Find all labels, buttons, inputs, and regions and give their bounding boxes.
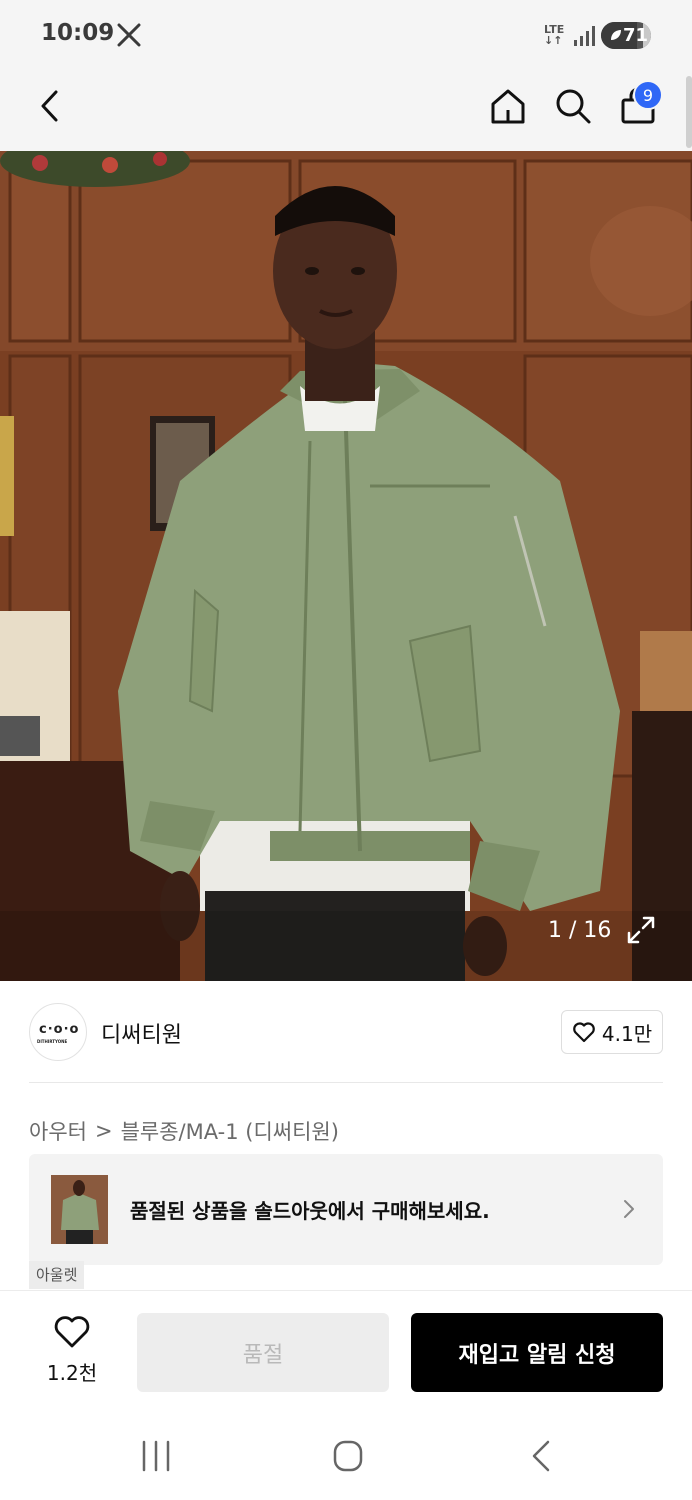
battery-icon: 71 [601, 22, 651, 49]
search-icon [556, 89, 591, 124]
recent-apps-icon[interactable] [134, 1436, 178, 1476]
wish-button[interactable]: 1.2천 [40, 1315, 104, 1387]
soldout-button: 품절 [137, 1313, 389, 1392]
home-icon [491, 89, 525, 124]
status-bar: 10:09 LTE ↓↑ 71 [0, 0, 692, 72]
brand-row: ᴄ·ᴏ·ᴏ DITHIRTYONE 디써티원 4.1만 [29, 1003, 663, 1061]
back-arrow-icon [41, 90, 58, 122]
outlet-tag: 아울렛 [29, 1261, 85, 1289]
android-navigation-bar [0, 1412, 692, 1500]
brand-like-button[interactable]: 4.1만 [561, 1010, 663, 1054]
breadcrumb-subcategory[interactable]: 블루종/MA-1 (디써티원) [121, 1116, 339, 1146]
brand-logo[interactable]: ᴄ·ᴏ·ᴏ DITHIRTYONE [29, 1003, 87, 1061]
breadcrumb: 아우터 > 블루종/MA-1 (디써티원) [29, 1116, 339, 1146]
network-type: LTE ↓↑ [544, 23, 565, 47]
banner-text: 품절된 상품을 솔드아웃에서 구매해보세요. [130, 1199, 490, 1223]
image-counter: 1 / 16 [548, 918, 612, 943]
home-nav-icon[interactable] [326, 1436, 370, 1476]
scroll-indicator [686, 76, 692, 148]
leaf-icon [611, 30, 621, 40]
status-time: 10:09 [41, 20, 115, 46]
cart-count-badge: 9 [633, 80, 663, 110]
banner-thumbnail [51, 1175, 108, 1244]
divider [29, 1082, 663, 1083]
search-button[interactable] [551, 84, 595, 128]
product-photo [0, 151, 692, 981]
bottom-action-bar: 1.2천 품절 재입고 알림 신청 [0, 1290, 692, 1412]
product-image[interactable] [0, 151, 692, 981]
back-nav-icon[interactable] [520, 1436, 564, 1476]
heart-icon [54, 1316, 90, 1348]
signal-icon [574, 26, 595, 46]
soldout-banner[interactable]: 품절된 상품을 솔드아웃에서 구매해보세요. [29, 1154, 663, 1265]
expand-icon[interactable] [626, 915, 656, 945]
app-header [0, 72, 692, 151]
home-button[interactable] [486, 84, 530, 128]
brand-like-count: 4.1만 [601, 1021, 653, 1046]
wish-count: 1.2천 [46, 1361, 98, 1385]
brand-name[interactable]: 디써티원 [101, 1017, 182, 1049]
battery-level: 71 [623, 25, 649, 46]
heart-icon [573, 1022, 595, 1043]
breadcrumb-separator: > [94, 1119, 113, 1143]
chevron-right-icon [624, 1200, 634, 1218]
back-button[interactable] [28, 84, 72, 128]
restock-alert-button[interactable]: 재입고 알림 신청 [411, 1313, 663, 1392]
x-logo-icon [117, 23, 141, 47]
breadcrumb-category[interactable]: 아우터 [29, 1116, 87, 1146]
